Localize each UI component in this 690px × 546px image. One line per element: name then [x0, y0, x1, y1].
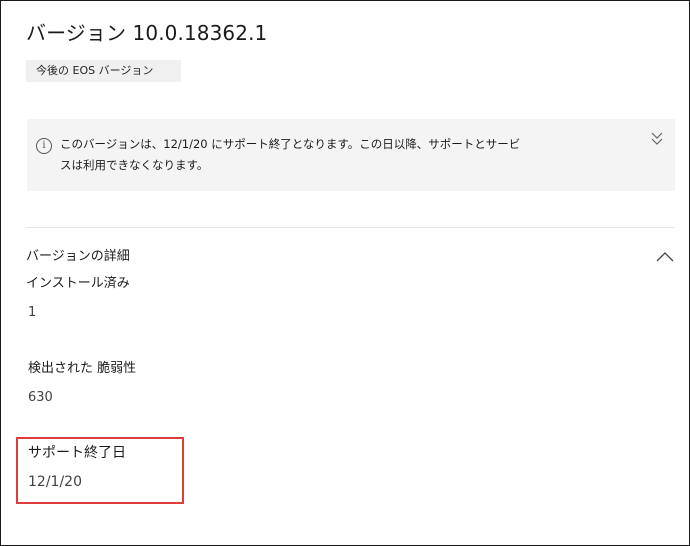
installed-value: 1	[28, 305, 37, 320]
eos-notice-text: このバージョンは、12/1/20 にサポート終了となります。この日以降、サポート…	[60, 134, 521, 176]
chevron-double-down-icon[interactable]	[649, 129, 665, 149]
eos-status-tag: 今後の EOS バージョン	[26, 60, 181, 82]
version-details-panel: バージョン 10.0.18362.1 今後の EOS バージョン i このバージ…	[0, 0, 690, 546]
chevron-up-icon[interactable]	[655, 251, 675, 263]
eos-notice-banner: i このバージョンは、12/1/20 にサポート終了となります。この日以降、サポ…	[27, 119, 675, 191]
installed-label: インストール済み	[26, 276, 130, 291]
vulnerabilities-label: 検出された 脆弱性	[28, 361, 137, 376]
eos-date-value: 12/1/20	[28, 474, 82, 490]
eos-date-label: サポート終了日	[28, 445, 126, 461]
eos-notice-line-2: スは利用できなくなります。	[60, 158, 209, 172]
info-icon: i	[36, 138, 52, 154]
page-title: バージョン 10.0.18362.1	[26, 21, 268, 45]
section-divider	[26, 227, 674, 228]
version-details-header[interactable]: バージョンの詳細	[26, 247, 130, 267]
eos-notice-line-1: このバージョンは、12/1/20 にサポート終了となります。この日以降、サポート…	[60, 137, 521, 151]
vulnerabilities-value: 630	[28, 390, 53, 405]
